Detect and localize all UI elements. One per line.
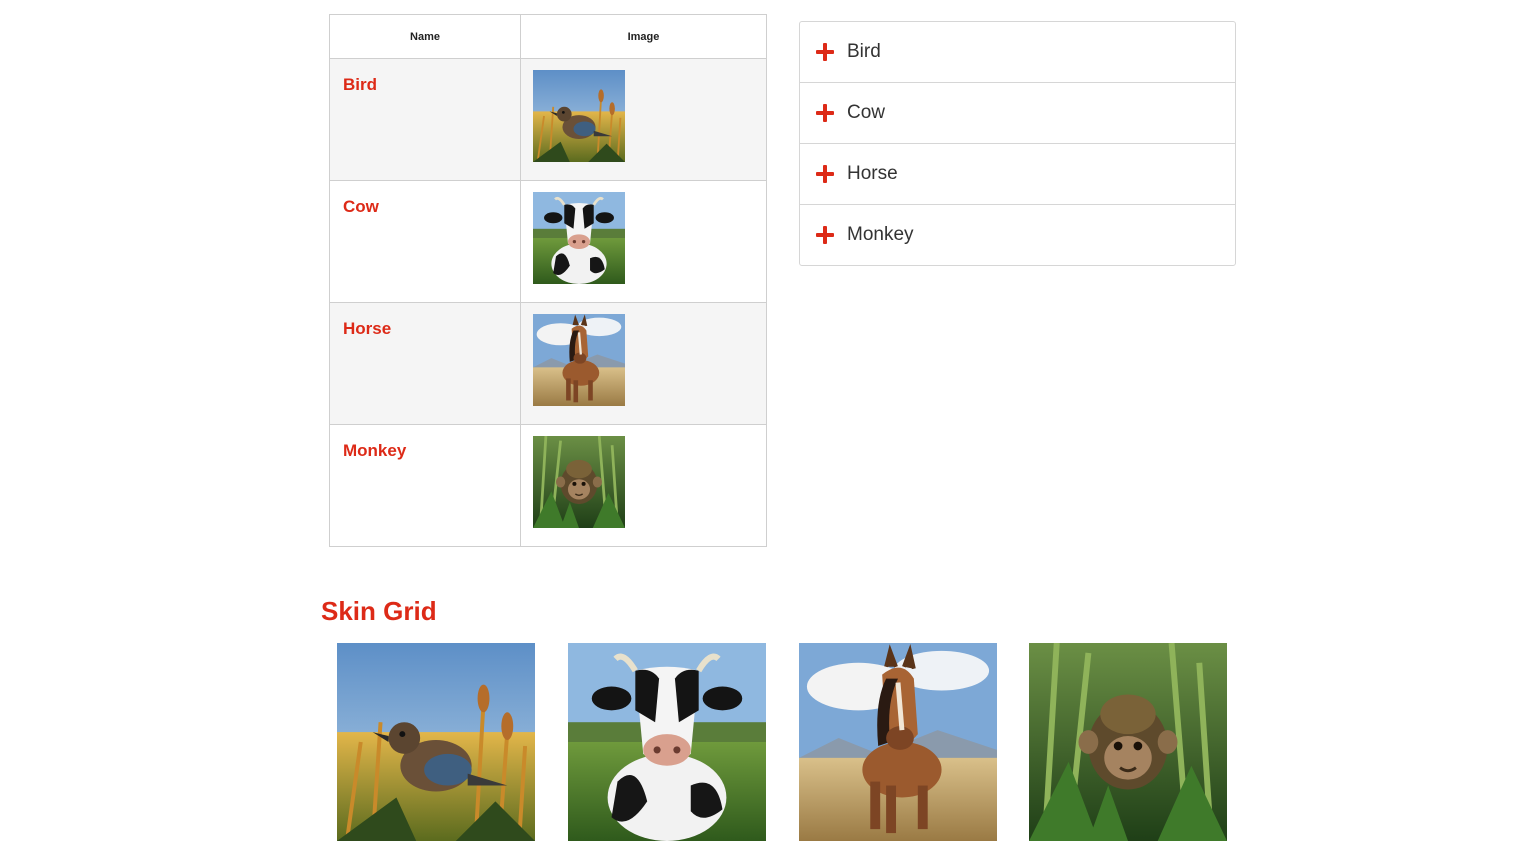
column-header-image: Image <box>520 14 767 59</box>
animal-name-monkey: Monkey <box>329 424 521 547</box>
accordion-item-monkey[interactable]: Monkey <box>800 205 1235 265</box>
bird-image[interactable] <box>533 70 625 162</box>
bird-image[interactable] <box>337 643 535 841</box>
accordion-label: Cow <box>847 102 886 123</box>
monkey-image[interactable] <box>533 436 625 528</box>
table-row: Cow <box>329 180 767 303</box>
horse-image[interactable] <box>799 643 997 841</box>
cow-image[interactable] <box>533 192 625 284</box>
accordion-item-cow[interactable]: Cow <box>800 83 1235 144</box>
monkey-image[interactable] <box>1029 643 1227 841</box>
accordion-item-horse[interactable]: Horse <box>800 144 1235 205</box>
plus-icon <box>816 226 834 244</box>
skin-grid-title: Skin Grid <box>321 596 437 626</box>
accordion-item-bird[interactable]: Bird <box>800 22 1235 83</box>
accordion: Bird Cow Horse Monkey <box>799 21 1236 266</box>
plus-icon <box>816 165 834 183</box>
table-row: Monkey <box>329 424 767 547</box>
animal-name-horse: Horse <box>329 302 521 425</box>
table-row: Horse <box>329 302 767 425</box>
column-header-name: Name <box>329 14 521 59</box>
animal-table: Name Image Bird Cow Horse Monkey <box>329 14 767 547</box>
horse-image[interactable] <box>533 314 625 406</box>
table-header-row: Name Image <box>329 14 767 59</box>
accordion-label: Monkey <box>847 224 914 245</box>
table-row: Bird <box>329 58 767 181</box>
animal-name-bird: Bird <box>329 58 521 181</box>
plus-icon <box>816 104 834 122</box>
accordion-label: Horse <box>847 163 898 184</box>
cow-image[interactable] <box>568 643 766 841</box>
accordion-label: Bird <box>847 41 881 62</box>
plus-icon <box>816 43 834 61</box>
animal-name-cow: Cow <box>329 180 521 303</box>
